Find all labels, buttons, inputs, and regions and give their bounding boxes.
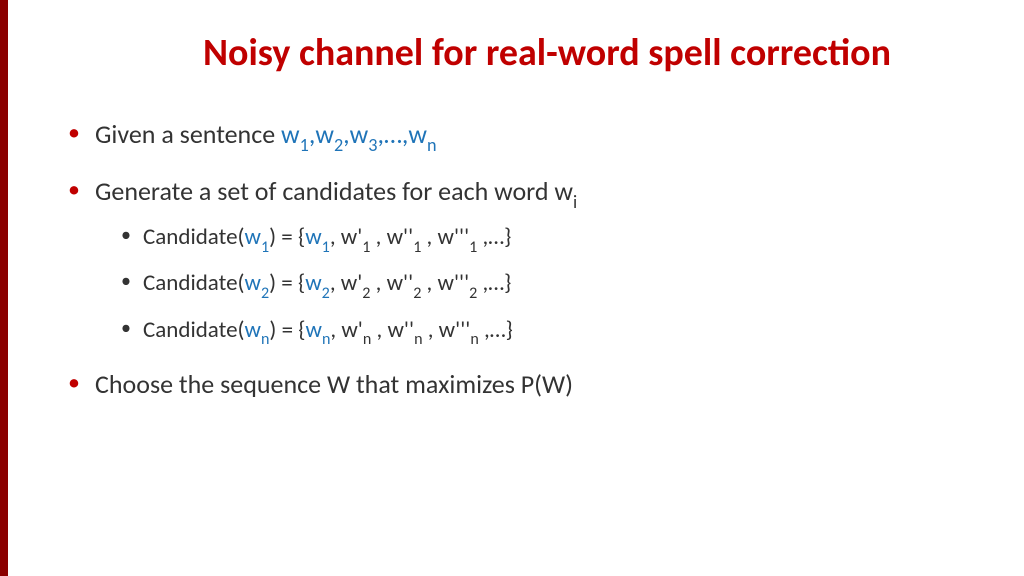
bullet-choose-sequence: Choose the sequence W that maximizes P(W… — [60, 366, 984, 402]
slide-left-border — [0, 0, 8, 576]
var-w3: w3 — [350, 118, 378, 150]
bullet-given-sentence: Given a sentence w1,w2,w3,…,wn — [60, 116, 984, 157]
main-bullet-list: Given a sentence w1,w2,w3,…,wn Generate … — [50, 116, 984, 402]
text-choose: Choose the sequence W that maximizes P(W… — [95, 368, 573, 400]
candidate-sub-list: Candidate(w1) = {w1, w'1 , w''1 , w'''1 … — [95, 221, 984, 349]
candidate-wn: Candidate(wn) = {wn, w'n , w''n , w'''n … — [115, 314, 984, 350]
bullet-generate-candidates: Generate a set of candidates for each wo… — [60, 173, 984, 350]
var-w2: w2 — [315, 118, 343, 150]
candidate-w1: Candidate(w1) = {w1, w'1 , w''1 , w'''1 … — [115, 221, 984, 257]
text-given: Given a sentence — [95, 118, 281, 150]
var-w1: w1 — [281, 118, 309, 150]
ellipsis: ,…, — [377, 118, 408, 150]
sub-i: i — [573, 191, 577, 213]
candidate-w2: Candidate(w2) = {w2, w'2 , w''2 , w'''2 … — [115, 267, 984, 303]
var-wn: wn — [408, 118, 436, 150]
slide-title: Noisy channel for real-word spell correc… — [110, 30, 984, 76]
text-generate: Generate a set of candidates for each wo… — [95, 175, 573, 207]
slide-content: Noisy channel for real-word spell correc… — [0, 0, 1024, 402]
